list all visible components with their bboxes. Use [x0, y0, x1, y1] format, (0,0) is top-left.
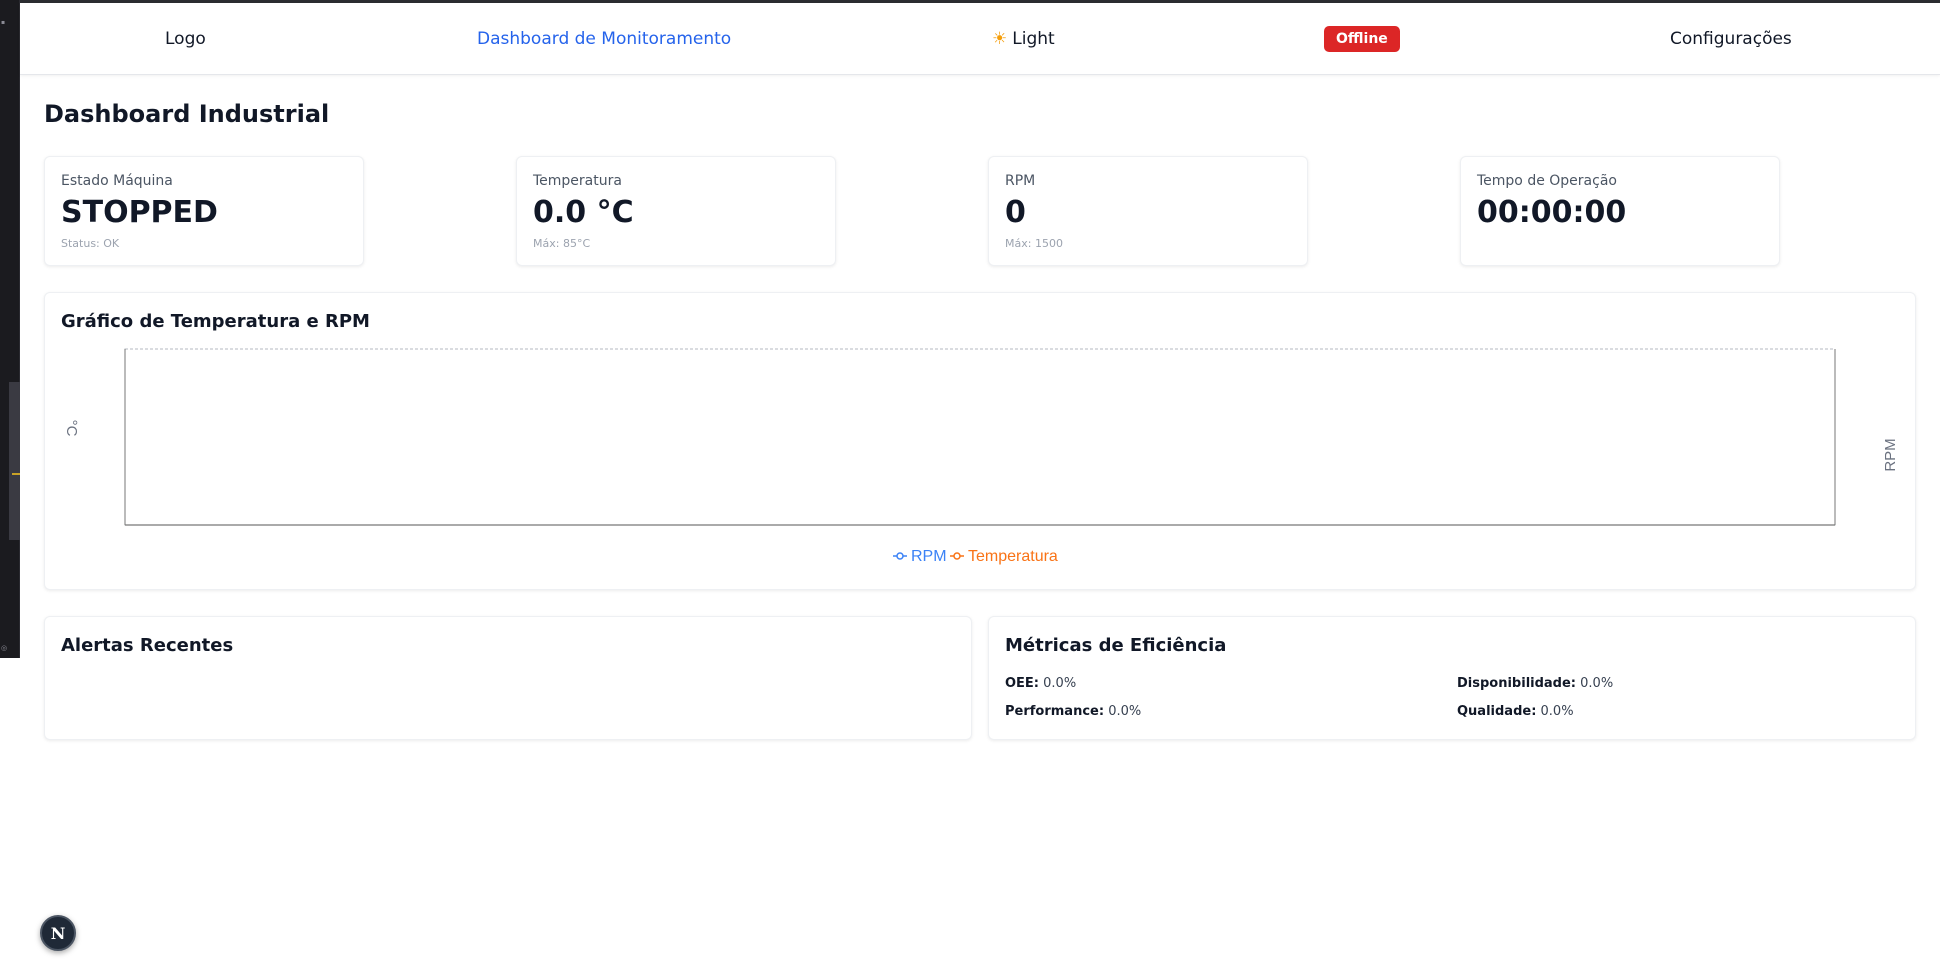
legend-label: RPM	[911, 548, 947, 565]
alerts-card: Alertas Recentes	[44, 616, 972, 740]
stat-card-machine-state: Estado Máquina STOPPED Status: OK	[44, 156, 364, 266]
chart-legend: RPM Temperatura	[893, 548, 1058, 565]
chart-card: Gráfico de Temperatura e RPM °C RPM RPM T…	[44, 292, 1916, 590]
metric-oee-label: OEE:	[1005, 676, 1040, 691]
connection-status: Offline	[1324, 3, 1400, 75]
metric-performance: Performance: 0.0%	[1005, 704, 1141, 719]
stat-label: Tempo de Operação	[1477, 173, 1617, 189]
stat-value: STOPPED	[61, 195, 218, 230]
metrics-card: Métricas de Eficiência OEE: 0.0% Disponi…	[988, 616, 1916, 740]
stat-card-rpm: RPM 0 Máx: 1500	[988, 156, 1308, 266]
metric-oee-value: 0.0%	[1043, 676, 1077, 691]
status-badge: Offline	[1324, 26, 1400, 52]
stat-label: RPM	[1005, 173, 1036, 189]
stat-value: 0	[1005, 195, 1026, 230]
page: ▪ ◎ Logo Dashboard de Monitoramento ☀ Li…	[0, 0, 1940, 964]
side-strip-glyph: ▪	[1, 19, 6, 26]
nextjs-dev-button[interactable]: N	[40, 915, 76, 951]
metric-quality: Qualidade: 0.0%	[1457, 704, 1574, 719]
side-scrollbar[interactable]	[9, 382, 20, 540]
plot-area	[124, 348, 1836, 526]
legend-marker-icon	[953, 552, 961, 560]
stat-subtext: Máx: 85°C	[533, 237, 591, 250]
editor-side-strip: ▪ ◎	[0, 0, 20, 658]
stat-subtext: Status: OK	[61, 237, 120, 250]
alerts-title: Alertas Recentes	[61, 635, 234, 656]
metric-quality-label: Qualidade:	[1457, 704, 1537, 719]
metrics-title: Métricas de Eficiência	[1005, 635, 1227, 656]
theme-toggle[interactable]: ☀ Light	[992, 3, 1055, 75]
legend-item-rpm[interactable]: RPM	[893, 548, 947, 565]
side-strip-icon[interactable]: ◎	[1, 644, 11, 652]
stat-value: 0.0 °C	[533, 195, 634, 230]
nav-config-link[interactable]: Configurações	[1670, 3, 1792, 75]
stat-subtext: Máx: 1500	[1005, 237, 1063, 250]
side-scroll-marker	[12, 473, 20, 475]
metric-availability-label: Disponibilidade:	[1457, 676, 1577, 691]
stat-card-temperature: Temperatura 0.0 °C Máx: 85°C	[516, 156, 836, 266]
stat-card-uptime: Tempo de Operação 00:00:00	[1460, 156, 1780, 266]
nav-logo[interactable]: Logo	[165, 3, 206, 75]
legend-label: Temperatura	[968, 548, 1058, 565]
stat-label: Estado Máquina	[61, 173, 173, 189]
temperature-rpm-chart: °C RPM RPM Temperatura	[63, 348, 1899, 565]
navbar: Logo Dashboard de Monitoramento ☀ Light …	[20, 3, 1940, 75]
theme-toggle-label: Light	[1012, 29, 1055, 49]
metric-oee: OEE: 0.0%	[1005, 676, 1076, 691]
metric-availability-value: 0.0%	[1580, 676, 1614, 691]
metric-quality-value: 0.0%	[1540, 704, 1574, 719]
page-title: Dashboard Industrial	[44, 100, 330, 128]
stat-label: Temperatura	[533, 173, 622, 189]
y-axis-label-left: °C	[63, 420, 80, 437]
metric-availability: Disponibilidade: 0.0%	[1457, 676, 1613, 691]
metric-performance-value: 0.0%	[1108, 704, 1142, 719]
legend-marker-icon	[896, 552, 904, 560]
legend-item-temperatura[interactable]: Temperatura	[950, 548, 1058, 565]
y-axis-label-right: RPM	[1882, 438, 1899, 471]
stat-value: 00:00:00	[1477, 195, 1627, 230]
sun-icon: ☀	[992, 29, 1008, 49]
metric-performance-label: Performance:	[1005, 704, 1105, 719]
nav-dashboard-link[interactable]: Dashboard de Monitoramento	[477, 3, 731, 75]
